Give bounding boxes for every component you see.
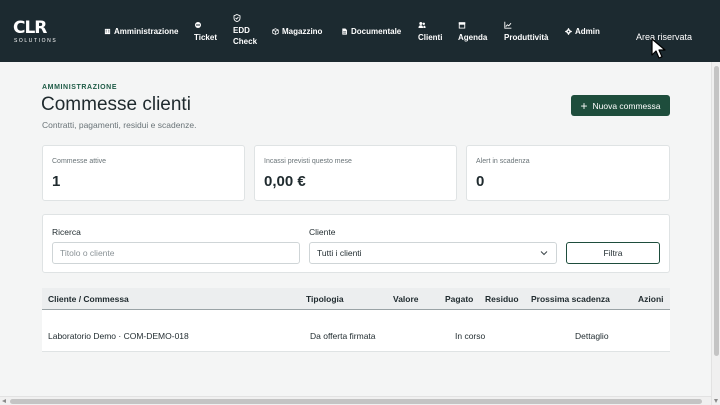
calendar-icon — [458, 22, 466, 29]
mouse-pointer-icon — [651, 38, 666, 59]
horizontal-scrollbar-thumb[interactable] — [10, 399, 702, 404]
kpi-card-incassi-previsti: Incassi previsti questo mese 0,00 € — [254, 145, 457, 201]
chevron-down-icon — [540, 251, 548, 256]
nav-admin[interactable]: Admin — [565, 26, 600, 37]
column-header-azioni[interactable]: Azioni — [638, 294, 664, 304]
column-header-tipologia[interactable]: Tipologia — [306, 294, 344, 304]
kpi-label: Commesse attive — [52, 158, 107, 165]
kpi-label: Alert in scadenza — [476, 158, 530, 165]
table-header: Cliente / Commessa Tipologia Valore Paga… — [42, 288, 670, 310]
column-header-cliente[interactable]: Cliente / Commessa — [48, 294, 129, 304]
document-icon — [342, 28, 347, 35]
vertical-scrollbar[interactable] — [711, 62, 720, 405]
nav-admin-label: Admin — [575, 27, 600, 36]
filter-button[interactable]: Filtra — [566, 242, 660, 264]
nav-amministrazione-label: Amministrazione — [114, 27, 179, 36]
plus-icon: + — [580, 98, 588, 113]
nav-documentale[interactable]: Documentale — [341, 26, 401, 37]
nav-amministrazione[interactable]: Amministrazione — [104, 26, 178, 37]
nav-clienti-label: Clienti — [418, 33, 443, 42]
nav-ticket-label: Ticket — [194, 33, 217, 42]
column-header-scadenza[interactable]: Prossima scadenza — [531, 294, 610, 304]
box-icon — [272, 28, 279, 35]
nav-produttivita[interactable]: Produttività — [504, 21, 548, 43]
scroll-down-arrow-icon[interactable] — [714, 399, 718, 403]
kpi-card-alert-scadenza: Alert in scadenza 0 — [466, 145, 670, 201]
client-select[interactable]: Tutti i clienti — [309, 242, 557, 264]
client-label: Cliente — [309, 227, 336, 237]
new-commessa-label: Nuova commessa — [592, 100, 661, 111]
nav-edd-check[interactable]: EDD Check — [233, 14, 257, 47]
nav-magazzino-label: Magazzino — [282, 27, 323, 36]
horizontal-scrollbar[interactable] — [0, 396, 711, 405]
section-eyebrow: AMMINISTRAZIONE — [42, 84, 118, 91]
gear-icon — [565, 28, 572, 35]
search-input[interactable]: Titolo o cliente — [52, 242, 300, 264]
nav-edd-label: EDD — [233, 26, 250, 35]
client-select-value: Tutti i clienti — [317, 248, 362, 258]
cell-tipologia: Da offerta firmata — [310, 331, 376, 341]
page-title: Commesse clienti — [41, 94, 191, 115]
clr-solutions-logo[interactable]: CLR SOLUTIONS — [13, 18, 63, 45]
column-header-residuo[interactable]: Residuo — [485, 294, 519, 304]
column-header-valore[interactable]: Valore — [393, 294, 419, 304]
nav-documentale-label: Documentale — [351, 27, 402, 36]
nav-agenda-label: Agenda — [458, 33, 488, 42]
cell-cliente: Laboratorio Demo · COM-DEMO-018 — [48, 331, 189, 341]
chart-line-icon — [504, 21, 512, 29]
scroll-left-arrow-icon[interactable] — [2, 399, 6, 403]
kpi-card-commesse-attive: Commesse attive 1 — [42, 145, 245, 201]
table-row[interactable]: Laboratorio Demo · COM-DEMO-018 Da offer… — [42, 310, 670, 352]
kpi-value: 0 — [476, 173, 485, 190]
nav-check-label: Check — [233, 37, 258, 46]
logo-mark: CLR — [13, 18, 47, 38]
nav-produttivita-label: Produttività — [504, 33, 549, 42]
new-commessa-button[interactable]: + Nuova commessa — [571, 95, 670, 116]
ticket-icon — [195, 22, 201, 28]
nav-ticket[interactable]: Ticket — [194, 21, 217, 43]
top-navbar: CLR SOLUTIONS Amministrazione Ticket EDD… — [0, 0, 720, 62]
kpi-label: Incassi previsti questo mese — [264, 158, 352, 165]
users-icon — [418, 22, 426, 28]
nav-clienti[interactable]: Clienti — [418, 21, 442, 43]
cell-pagato-status: In corso — [455, 331, 486, 341]
building-icon — [104, 28, 111, 35]
nav-agenda[interactable]: Agenda — [458, 21, 487, 43]
column-header-pagato[interactable]: Pagato — [445, 294, 473, 304]
search-label: Ricerca — [52, 227, 81, 237]
logo-subtitle: SOLUTIONS — [14, 38, 58, 44]
kpi-value: 1 — [52, 173, 61, 190]
vertical-scrollbar-thumb[interactable] — [714, 66, 719, 356]
shield-check-icon — [233, 14, 241, 22]
nav-magazzino[interactable]: Magazzino — [272, 26, 322, 37]
dettaglio-link[interactable]: Dettaglio — [575, 331, 609, 341]
kpi-value: 0,00 € — [264, 173, 306, 190]
page-subtitle: Contratti, pagamenti, residui e scadenze… — [42, 120, 197, 130]
